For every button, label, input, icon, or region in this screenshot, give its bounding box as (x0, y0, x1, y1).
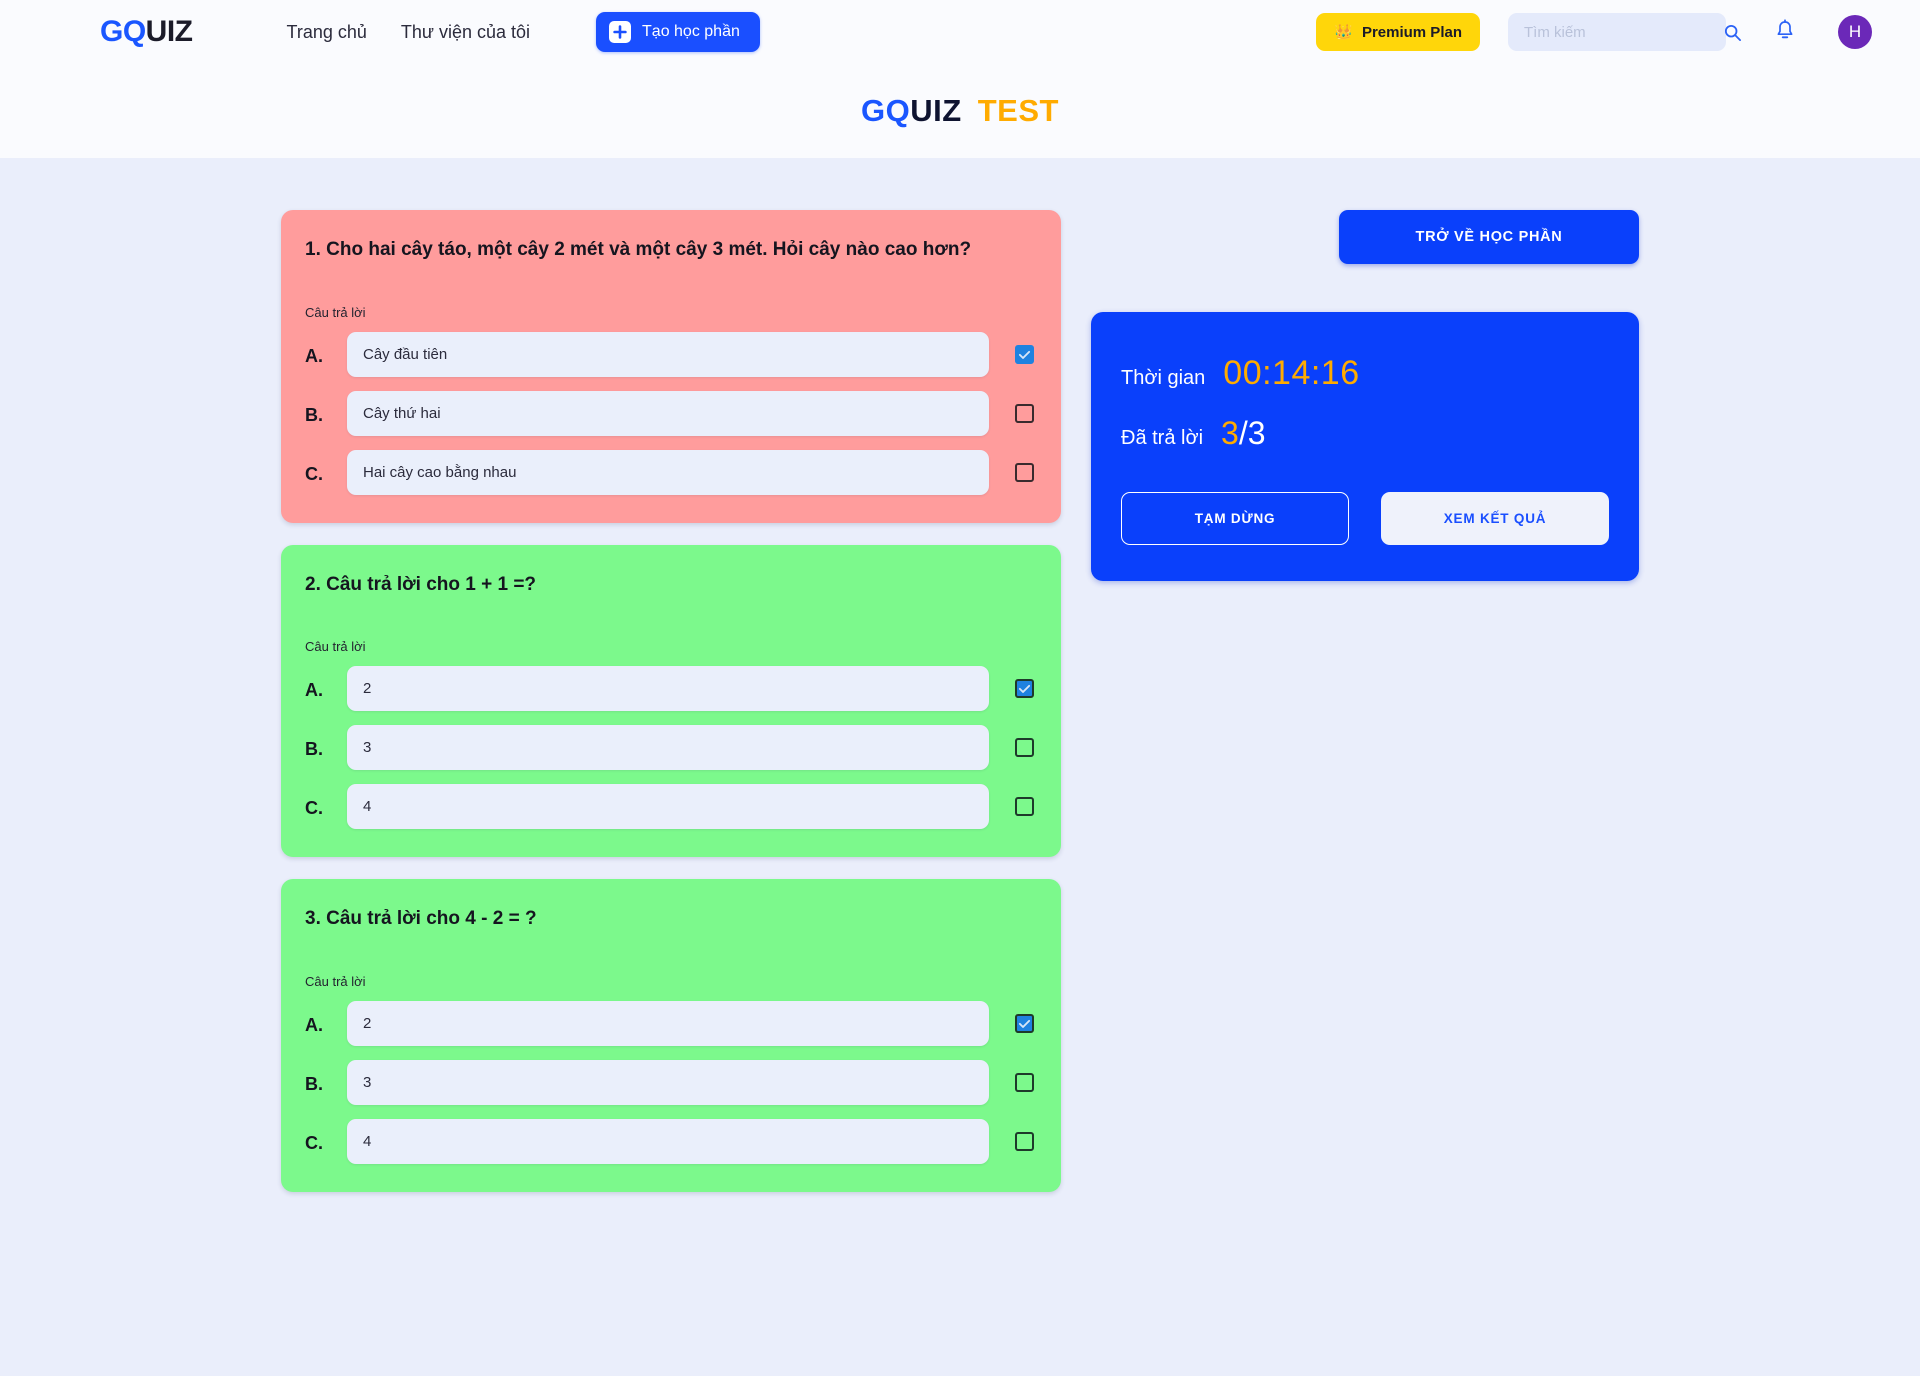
search-box[interactable] (1508, 13, 1742, 51)
answered-total: 3 (1247, 415, 1266, 451)
notifications-button[interactable] (1772, 18, 1798, 46)
create-study-set-button[interactable]: Tạo học phần (596, 12, 760, 52)
option-checkbox[interactable] (1011, 1129, 1037, 1155)
checkbox-empty-icon (1014, 797, 1034, 817)
answered-done: 3 (1221, 415, 1239, 451)
checkbox-empty-icon (1014, 1073, 1034, 1093)
logo-part-uiz: UIZ (145, 15, 193, 48)
logo-part-gq: GQ (100, 15, 146, 48)
user-avatar[interactable]: H (1838, 15, 1872, 49)
answered-label: Đã trả lời (1121, 427, 1204, 449)
option-text-field[interactable] (347, 784, 989, 830)
option-checkbox[interactable] (1011, 1011, 1037, 1037)
option-checkbox[interactable] (1011, 735, 1037, 761)
question-card: 2. Câu trả lời cho 1 + 1 =? Câu trả lời A.… (281, 544, 1061, 858)
pause-button[interactable]: TẠM DỪNG (1121, 492, 1350, 545)
panel-buttons: TẠM DỪNG XEM KẾT QUẢ (1121, 492, 1609, 545)
premium-plan-button[interactable]: 👑 Premium Plan (1316, 13, 1480, 51)
checkbox-checked-icon (1014, 679, 1034, 699)
option-checkbox[interactable] (1011, 459, 1037, 485)
answers-label: Câu trả lời (305, 304, 366, 320)
search-icon[interactable] (1723, 23, 1742, 42)
checkbox-empty-icon (1014, 738, 1034, 758)
crown-icon: 👑 (1334, 23, 1353, 41)
time-row: Thời gian 00:14:16 (1121, 354, 1609, 393)
answered-row: Đã trả lời 3/3 (1121, 415, 1609, 452)
answer-option-row: C. (305, 784, 1037, 830)
test-title: GQUIZ TEST (861, 93, 1059, 129)
option-letter: A. (305, 345, 323, 366)
option-letter: C. (305, 463, 323, 484)
answer-option-row: B. (305, 390, 1037, 436)
side-panel-column: TRỞ VỀ HỌC PHẦN Thời gian 00:14:16 Đã tr… (1091, 210, 1639, 581)
main-content: 1. Cho hai cây táo, một cây 2 mét và một… (0, 158, 1920, 1193)
answer-option-row: C. (305, 1119, 1037, 1165)
plus-icon (609, 21, 632, 43)
answered-value: 3/3 (1221, 415, 1265, 452)
bell-icon (1774, 18, 1796, 46)
checkbox-empty-icon (1014, 403, 1034, 423)
test-title-test: TEST (977, 93, 1059, 128)
answer-option-row: C. (305, 449, 1037, 495)
premium-plan-label: Premium Plan (1361, 23, 1462, 41)
option-letter: A. (305, 680, 323, 701)
checkbox-empty-icon (1014, 462, 1034, 482)
question-card: 1. Cho hai cây táo, một cây 2 mét và một… (281, 210, 1061, 523)
questions-column: 1. Cho hai cây táo, một cây 2 mét và một… (281, 210, 1061, 1193)
option-text-field[interactable] (347, 331, 989, 377)
answer-option-row: B. (305, 1060, 1037, 1106)
nav-item-home[interactable]: Trang chủ (287, 22, 367, 43)
option-text-field[interactable] (347, 725, 989, 771)
option-checkbox[interactable] (1011, 400, 1037, 426)
checkbox-empty-icon (1014, 1132, 1034, 1152)
option-text-field[interactable] (347, 390, 989, 436)
top-bar-right-group: 👑 Premium Plan H (1316, 13, 1896, 51)
option-letter: B. (305, 404, 323, 425)
option-checkbox[interactable] (1011, 341, 1037, 367)
option-letter: C. (305, 1133, 323, 1154)
option-letter: B. (305, 739, 323, 760)
checkbox-checked-icon (1014, 344, 1034, 364)
option-text-field[interactable] (347, 1001, 989, 1047)
option-checkbox[interactable] (1011, 1070, 1037, 1096)
option-checkbox[interactable] (1011, 794, 1037, 820)
option-text-field[interactable] (347, 666, 989, 712)
time-label: Thời gian (1121, 367, 1206, 389)
option-text-field[interactable] (347, 1119, 989, 1165)
time-value: 00:14:16 (1223, 354, 1360, 392)
answer-option-row: B. (305, 725, 1037, 771)
search-input[interactable] (1524, 23, 1723, 41)
test-title-gq: GQ (861, 93, 911, 128)
answered-separator: / (1238, 415, 1248, 451)
test-status-panel: Thời gian 00:14:16 Đã trả lời 3/3 TẠM DỪ… (1091, 312, 1639, 581)
question-title: 1. Cho hai cây táo, một cây 2 mét và một… (305, 239, 972, 260)
back-to-study-set-button[interactable]: TRỞ VỀ HỌC PHẦN (1339, 210, 1639, 264)
answer-option-row: A. (305, 331, 1037, 377)
option-checkbox[interactable] (1011, 676, 1037, 702)
main-nav: Trang chủ Thư viện của tôi Tạo học phần (287, 12, 760, 52)
view-result-button[interactable]: XEM KẾT QUẢ (1381, 492, 1609, 545)
question-title: 2. Câu trả lời cho 1 + 1 =? (305, 573, 537, 595)
option-letter: C. (305, 798, 323, 819)
test-title-uiz: UIZ (910, 93, 962, 128)
option-text-field[interactable] (347, 449, 989, 495)
test-header: GQUIZ TEST (0, 64, 1920, 158)
option-letter: B. (305, 1074, 323, 1095)
option-text-field[interactable] (347, 1060, 989, 1106)
answers-label: Câu trả lời (305, 974, 366, 990)
top-navigation-bar: GQUIZ Trang chủ Thư viện của tôi Tạo học… (0, 0, 1920, 64)
answers-label: Câu trả lời (305, 639, 366, 655)
option-letter: A. (305, 1015, 323, 1036)
gquiz-logo[interactable]: GQUIZ (100, 15, 193, 49)
create-study-set-label: Tạo học phần (642, 23, 740, 40)
question-title: 3. Câu trả lời cho 4 - 2 = ? (305, 908, 537, 930)
checkbox-checked-icon (1014, 1014, 1034, 1034)
answer-option-row: A. (305, 1001, 1037, 1047)
answer-option-row: A. (305, 666, 1037, 712)
nav-item-my-library[interactable]: Thư viện của tôi (401, 22, 530, 43)
question-card: 3. Câu trả lời cho 4 - 2 = ? Câu trả lời A… (281, 879, 1061, 1193)
